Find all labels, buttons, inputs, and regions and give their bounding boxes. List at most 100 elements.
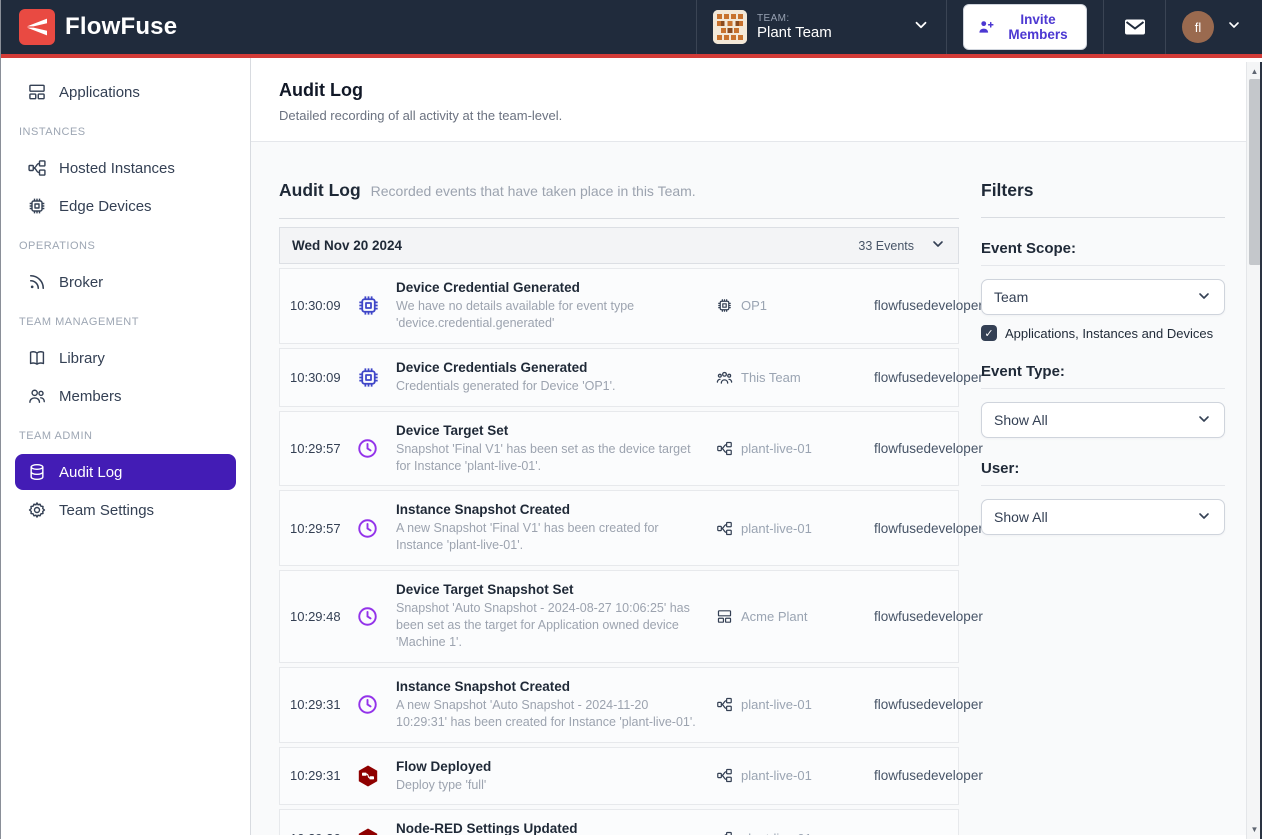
event-scope: This Team (741, 370, 801, 385)
sidebar-section-operations: OPERATIONS (1, 226, 250, 262)
sidebar-section-instances: INSTANCES (1, 112, 250, 148)
notifications-button[interactable] (1103, 0, 1165, 54)
event-time: 10:30:09 (290, 370, 356, 385)
top-navbar: FlowFuse TEAM: Plant Team Invite Members (1, 0, 1262, 58)
sidebar-item-members[interactable]: Members (15, 378, 236, 414)
chevron-down-icon (1196, 288, 1212, 307)
instance-icon (716, 830, 733, 835)
event-title: Flow Deployed (396, 759, 698, 774)
sidebar-item-edge-devices[interactable]: Edge Devices (15, 188, 236, 224)
event-time: 10:29:31 (290, 768, 356, 783)
event-scope: plant-live-01 (741, 697, 812, 712)
sidebar-item-label: Broker (59, 274, 103, 291)
event-title: Node-RED Settings Updated (396, 821, 698, 835)
chevron-down-icon (1196, 508, 1212, 527)
instance-icon (716, 767, 733, 784)
user-filter-value: Show All (994, 509, 1048, 525)
event-user: flowfusedeveloper (874, 441, 987, 456)
event-title: Device Target Snapshot Set (396, 582, 698, 597)
clock-icon (356, 437, 396, 460)
event-count: 33 Events (858, 239, 914, 253)
invite-segment: Invite Members (946, 0, 1103, 54)
mail-icon (1123, 15, 1147, 39)
audit-log-subheading: Recorded events that have taken place in… (371, 183, 696, 199)
event-user: flowfusedeveloper (874, 370, 987, 385)
event-scope: plant-live-01 (741, 768, 812, 783)
audit-event-row: 10:30:09 Device Credential Generated We … (279, 268, 959, 344)
event-user: flowfusedeveloper (874, 697, 987, 712)
sidebar-item-broker[interactable]: Broker (15, 264, 236, 300)
event-scope-value: Team (994, 289, 1028, 305)
checkbox-label: Applications, Instances and Devices (1005, 326, 1213, 341)
invite-members-button[interactable]: Invite Members (963, 4, 1087, 50)
divider (279, 218, 959, 219)
event-description: Deploy type 'full' (396, 777, 698, 794)
event-description: A new Snapshot 'Auto Snapshot - 2024-11-… (396, 697, 698, 731)
instances-icon (27, 158, 47, 178)
members-icon (27, 386, 47, 406)
event-user: flowfusedeveloper (874, 298, 987, 313)
chevron-down-icon (930, 236, 946, 255)
user-menu[interactable]: fl (1165, 0, 1262, 54)
checkbox-checked-icon[interactable]: ✓ (981, 325, 997, 341)
flowfuse-logo-icon (19, 9, 55, 45)
node-red-icon (356, 827, 396, 835)
event-title: Device Credential Generated (396, 280, 698, 295)
event-scope-label: Event Scope: (981, 240, 1225, 266)
brand-name: FlowFuse (65, 13, 177, 41)
sidebar-item-applications[interactable]: Applications (15, 74, 236, 110)
clock-icon (356, 517, 396, 540)
team-selector[interactable]: TEAM: Plant Team (696, 0, 946, 54)
event-title: Device Target Set (396, 423, 698, 438)
clock-icon (356, 693, 396, 716)
audit-event-row: 10:30:09 Device Credentials Generated Cr… (279, 348, 959, 407)
date-group-header[interactable]: Wed Nov 20 2024 33 Events (279, 227, 959, 264)
flowfuse-app-window: FlowFuse TEAM: Plant Team Invite Members (0, 0, 1262, 839)
audit-event-row: 10:29:26 Node-RED Settings Updated Node-… (279, 809, 959, 835)
team-name: Plant Team (757, 24, 902, 41)
audit-event-row: 10:29:48 Device Target Snapshot Set Snap… (279, 570, 959, 663)
instance-icon (716, 440, 733, 457)
sidebar-section-team-management: TEAM MANAGEMENT (1, 302, 250, 338)
event-time: 10:29:26 (290, 831, 356, 835)
audit-event-row: 10:29:31 Flow Deployed Deploy type 'full… (279, 747, 959, 806)
sidebar-item-label: Library (59, 350, 105, 367)
clock-icon (356, 605, 396, 628)
instance-icon (716, 520, 733, 537)
sidebar-item-library[interactable]: Library (15, 340, 236, 376)
event-time: 10:29:57 (290, 441, 356, 456)
sidebar-item-label: Edge Devices (59, 198, 152, 215)
audit-event-row: 10:29:57 Device Target Set Snapshot 'Fin… (279, 411, 959, 487)
sidebar-item-hosted-instances[interactable]: Hosted Instances (15, 150, 236, 186)
event-type-select[interactable]: Show All (981, 402, 1225, 438)
sidebar-item-team-settings[interactable]: Team Settings (15, 492, 236, 528)
team-label: TEAM: (757, 13, 902, 25)
person-plus-icon (977, 18, 995, 36)
brand[interactable]: FlowFuse (1, 0, 195, 54)
event-title: Device Credentials Generated (396, 360, 698, 375)
group-date: Wed Nov 20 2024 (292, 238, 402, 253)
user-avatar: fl (1182, 11, 1214, 43)
user-filter-select[interactable]: Show All (981, 499, 1225, 535)
application-icon (716, 608, 733, 625)
sidebar-section-team-admin: TEAM ADMIN (1, 416, 250, 452)
page-header: Audit Log Detailed recording of all acti… (251, 58, 1262, 142)
invite-members-label: Invite Members (1003, 12, 1073, 42)
filters-title: Filters (981, 180, 1225, 218)
event-scope: plant-live-01 (741, 831, 812, 835)
event-scope: plant-live-01 (741, 441, 812, 456)
scope-include-checkbox-row[interactable]: ✓ Applications, Instances and Devices (981, 325, 1225, 341)
chip-icon (27, 196, 47, 216)
event-description: Credentials generated for Device 'OP1'. (396, 378, 698, 395)
event-time: 10:29:31 (290, 697, 356, 712)
navbar-right: TEAM: Plant Team Invite Members fl (696, 0, 1262, 54)
event-description: Snapshot 'Auto Snapshot - 2024-08-27 10:… (396, 600, 698, 651)
event-time: 10:29:57 (290, 521, 356, 536)
event-scope-select[interactable]: Team (981, 279, 1225, 315)
event-type-value: Show All (994, 412, 1048, 428)
event-user: flowfusedeveloper (874, 609, 987, 624)
event-type-label: Event Type: (981, 363, 1225, 389)
audit-log-card: Audit Log Recorded events that have take… (279, 180, 959, 835)
content: Audit Log Recorded events that have take… (251, 142, 1262, 835)
sidebar-item-audit-log[interactable]: Audit Log (15, 454, 236, 490)
